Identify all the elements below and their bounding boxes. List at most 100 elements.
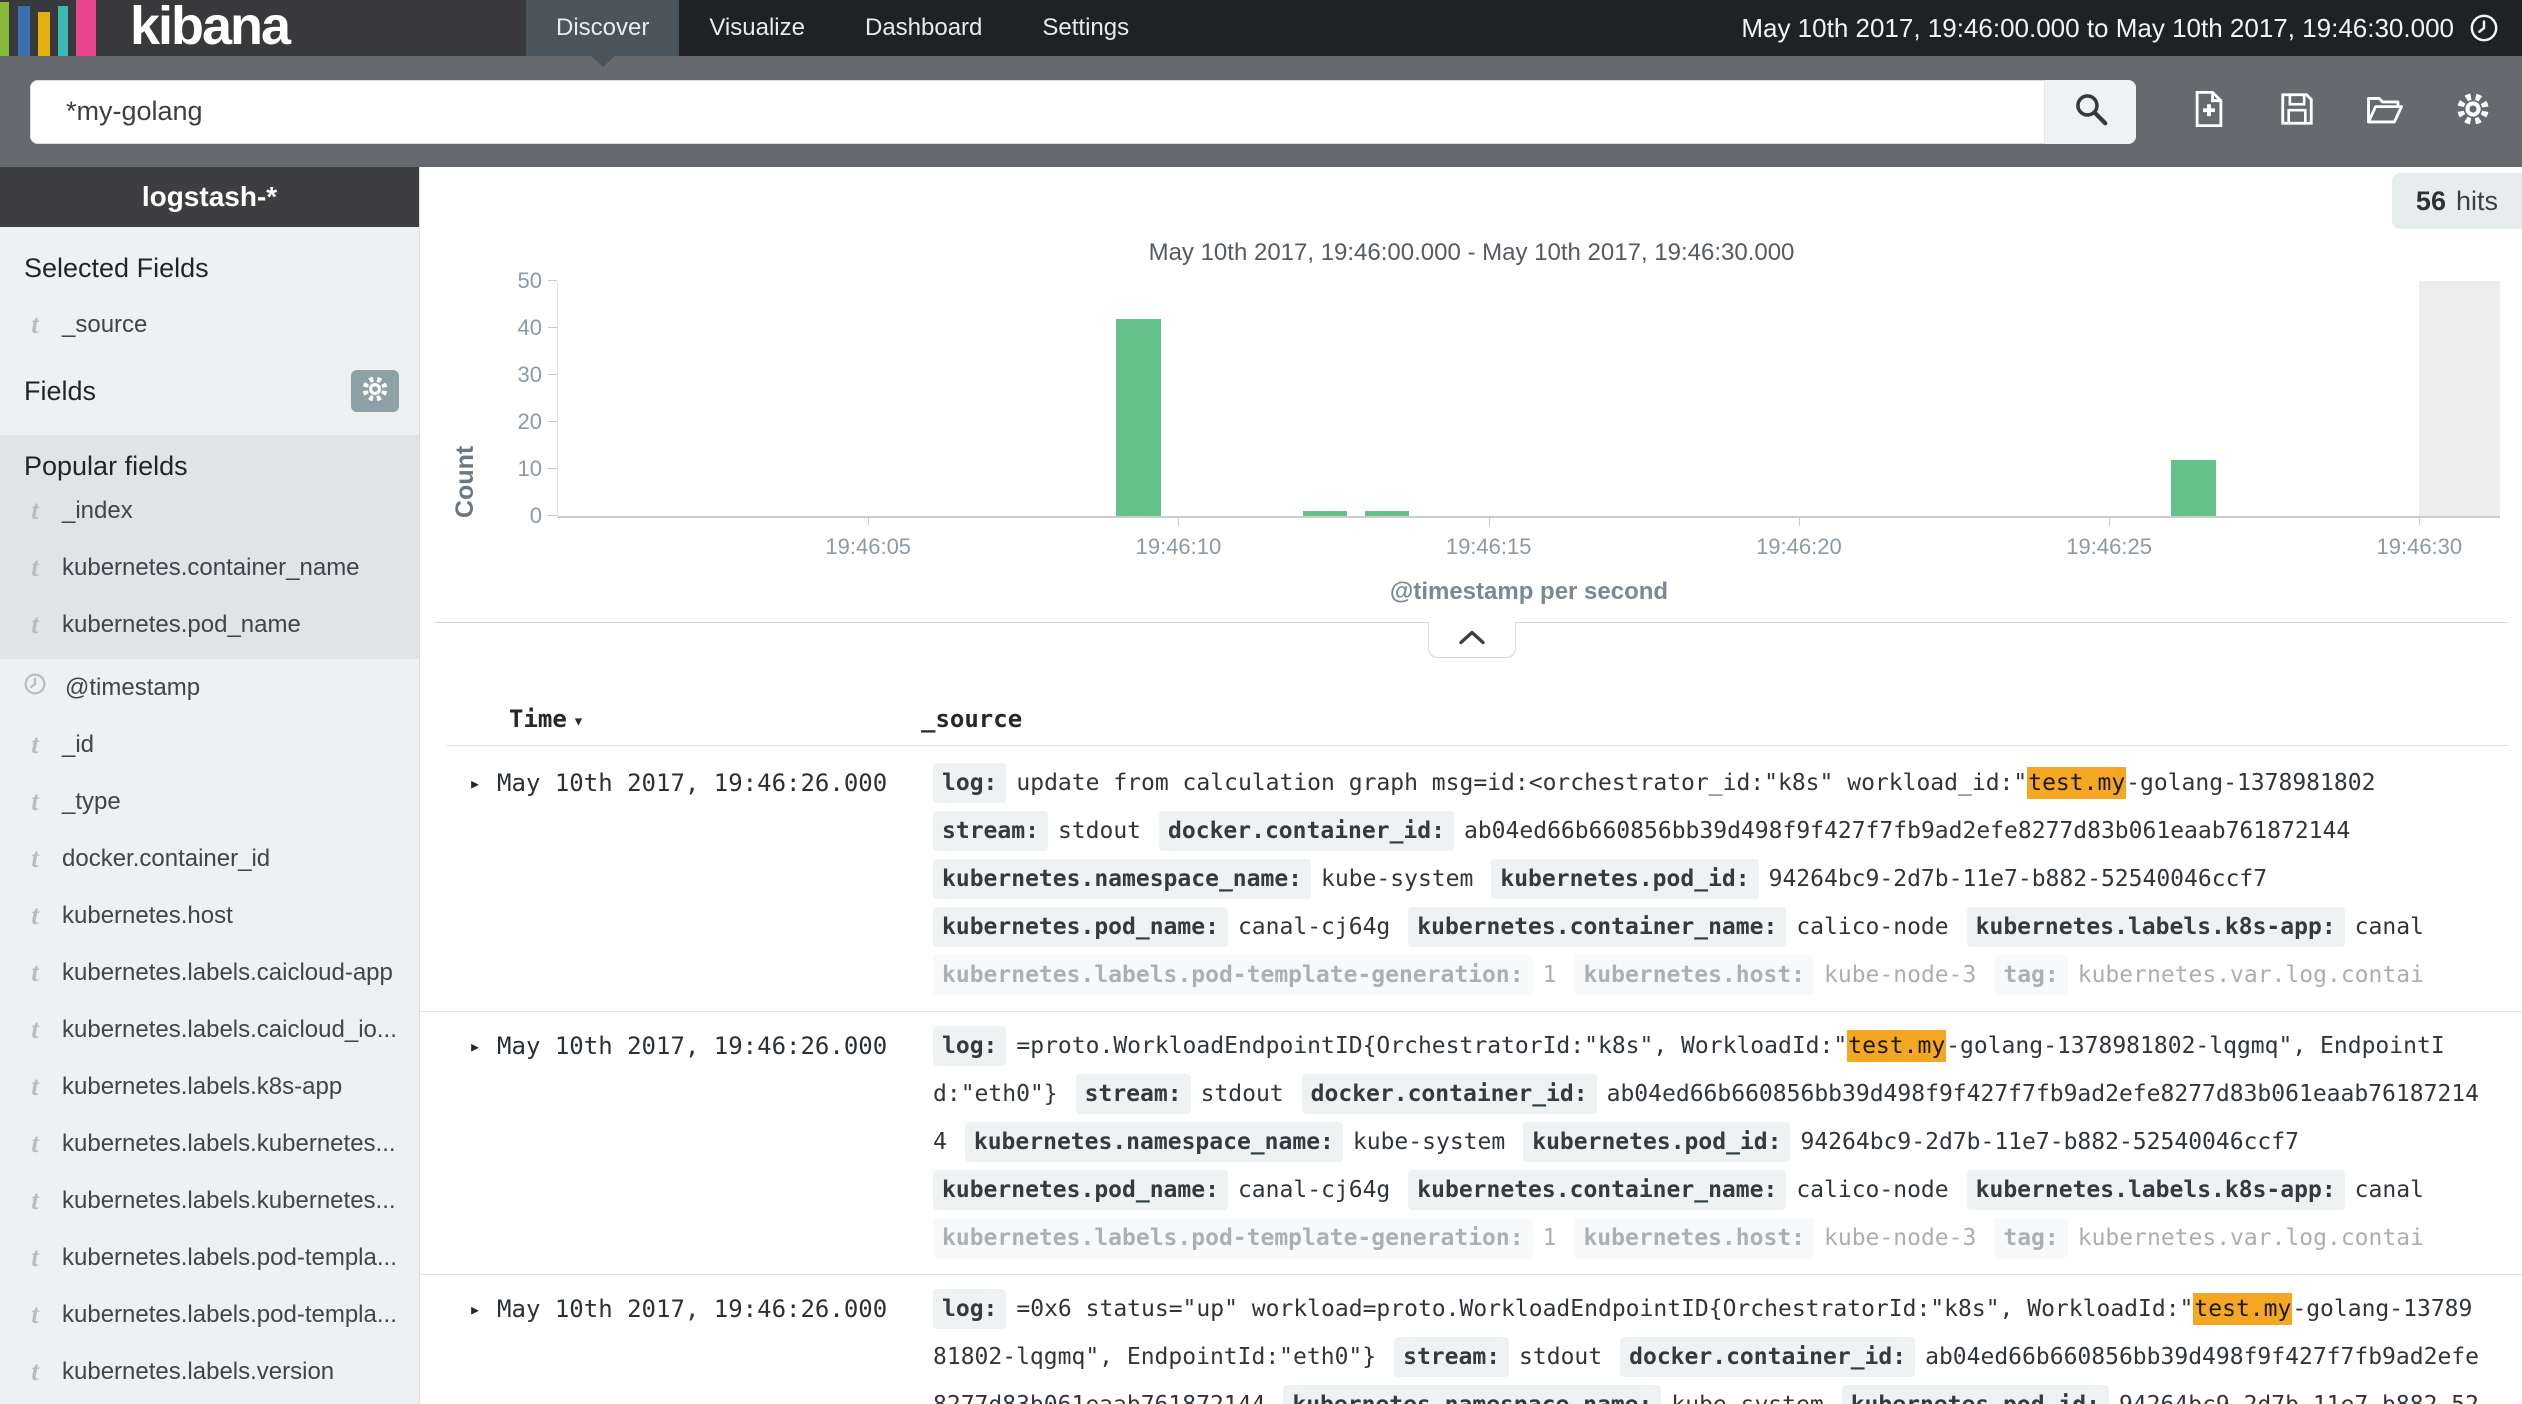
field-_type[interactable]: t_type <box>0 773 419 830</box>
field-kubernetes.labels.k8s-app[interactable]: t kubernetes.labels.k8s-app <box>0 1058 419 1115</box>
cell-time: ▸ May 10th 2017, 19:46:26.000 <box>421 759 933 999</box>
tab-settings[interactable]: Settings <box>1012 0 1159 56</box>
tab-dashboard[interactable]: Dashboard <box>835 0 1012 56</box>
source-field: stream:stdout <box>1076 1081 1284 1107</box>
results-table-rows: ▸ May 10th 2017, 19:46:26.000 log:update f… <box>421 749 2522 1404</box>
source-field: kubernetes.labels.pod-template-generatio… <box>933 962 1556 988</box>
index-pattern-selector[interactable]: logstash-* <box>0 167 419 227</box>
field-key-chip: kubernetes.namespace_name: <box>1283 1385 1661 1404</box>
y-tick-mark <box>548 515 557 516</box>
field-kubernetes.labels.caicloud_io...[interactable]: tkubernetes.labels.caicloud_io... <box>0 1001 419 1058</box>
new-document-icon <box>2190 90 2228 133</box>
row-timestamp: May 10th 2017, 19:46:26.000 <box>497 1285 887 1333</box>
histogram-bar-19:46:13[interactable] <box>1365 511 1410 516</box>
field-kubernetes.container_name[interactable]: tkubernetes.container_name <box>0 539 419 596</box>
x-tick-mark <box>1799 518 1800 526</box>
source-field: kubernetes.container_name:calico-node <box>1408 1177 1948 1203</box>
source-field: log:update from calculation graph msg=id… <box>933 770 2375 796</box>
text-field-icon: t <box>26 1185 44 1216</box>
histogram-bar-19:46:09[interactable] <box>1116 319 1161 516</box>
tab-visualize[interactable]: Visualize <box>679 0 835 56</box>
row-timestamp: May 10th 2017, 19:46:26.000 <box>497 759 887 807</box>
chevron-up-icon <box>1459 630 1485 650</box>
field-kubernetes.labels.pod-templa...[interactable]: tkubernetes.labels.pod-templa... <box>0 1229 419 1286</box>
gear-icon <box>2454 90 2492 133</box>
field-kubernetes.labels.version[interactable]: tkubernetes.labels.version <box>0 1343 419 1400</box>
source-field: tag:kubernetes.var.log.contai <box>1994 1225 2424 1251</box>
expand-row-icon[interactable]: ▸ <box>469 1285 481 1333</box>
table-row: ▸May 10th 2017, 19:46:26.000log:=proto.W… <box>421 1012 2522 1275</box>
field-kubernetes.host[interactable]: tkubernetes.host <box>0 887 419 944</box>
highlighted-match: test.my <box>2027 767 2126 799</box>
y-tick-label: 30 <box>518 362 542 388</box>
tab-discover[interactable]: Discover <box>526 0 679 56</box>
field-key-chip: kubernetes.host: <box>1574 955 1814 995</box>
field-kubernetes.labels.kubernetes...[interactable]: tkubernetes.labels.kubernetes... <box>0 1172 419 1229</box>
time-range-label[interactable]: May 10th 2017, 19:46:00.000 to May 10th … <box>1741 13 2454 44</box>
x-tick-mark <box>1489 518 1490 526</box>
table-header-divider <box>447 745 2508 746</box>
cell-source: log:update from calculation graph msg=id… <box>933 759 2522 999</box>
text-field-icon: t <box>26 1014 44 1045</box>
column-header-time[interactable]: Time▾ <box>509 705 584 733</box>
partial-bucket-band <box>2419 281 2500 516</box>
source-field: kubernetes.pod_id:94264bc9-2d7b-11e7-b88… <box>1523 1129 2299 1155</box>
new-search-button[interactable] <box>2188 91 2230 133</box>
field-kubernetes.labels.kubernetes...[interactable]: tkubernetes.labels.kubernetes... <box>0 1115 419 1172</box>
field-settings-button[interactable] <box>351 370 399 412</box>
x-tick-label: 19:46:20 <box>1756 534 1842 560</box>
source-field: kubernetes.pod_name:canal-cj64g <box>933 1177 1390 1203</box>
field-_index[interactable]: t_index <box>0 482 419 539</box>
search-button[interactable] <box>2044 80 2136 144</box>
time-range-picker[interactable]: May 10th 2017, 19:46:00.000 to May 10th … <box>1741 0 2522 56</box>
field-key-chip: kubernetes.pod_name: <box>933 1170 1228 1210</box>
field-key-chip: kubernetes.labels.pod-template-generatio… <box>933 955 1533 995</box>
field-key-chip: stream: <box>933 811 1048 851</box>
field-key-chip: kubernetes.container_name: <box>1408 1170 1786 1210</box>
expand-row-icon[interactable]: ▸ <box>469 759 481 807</box>
cell-source: log:=0x6 status="up" workload=proto.Work… <box>933 1285 2522 1404</box>
source-field: kubernetes.container_name:calico-node <box>1408 914 1948 940</box>
y-tick-label: 20 <box>518 409 542 435</box>
expand-row-icon[interactable]: ▸ <box>469 1022 481 1070</box>
field-key-chip: kubernetes.labels.k8s-app: <box>1967 907 2345 947</box>
text-field-icon: t <box>26 1071 44 1102</box>
search-input[interactable] <box>30 80 2044 144</box>
field-@timestamp[interactable]: @timestamp <box>0 659 419 716</box>
x-tick-mark <box>1178 518 1179 526</box>
source-field: kubernetes.pod_name:canal-cj64g <box>933 914 1390 940</box>
clock-icon[interactable] <box>2468 12 2500 44</box>
field-_id[interactable]: t_id <box>0 716 419 773</box>
open-search-button[interactable] <box>2364 91 2406 133</box>
source-field: stream:stdout <box>1394 1344 1602 1370</box>
selected-fields-list: t_source <box>0 296 419 353</box>
field-key-chip: log: <box>933 1026 1006 1066</box>
field-kubernetes.labels.caicloud-app[interactable]: tkubernetes.labels.caicloud-app <box>0 944 419 1001</box>
field-name: kubernetes.pod_name <box>62 611 301 639</box>
cell-time: ▸May 10th 2017, 19:46:26.000 <box>421 1022 933 1262</box>
text-field-icon: t <box>26 495 44 526</box>
source-field: stream:stdout <box>933 818 1141 844</box>
save-search-button[interactable] <box>2276 91 2318 133</box>
field-key-chip: kubernetes.container_name: <box>1408 907 1786 947</box>
collapse-histogram-button[interactable] <box>1428 622 1516 658</box>
settings-button[interactable] <box>2452 91 2494 133</box>
field-key-chip: docker.container_id: <box>1302 1074 1597 1114</box>
hits-count: 56 <box>2416 186 2446 217</box>
field-key-chip: tag: <box>1994 1218 2067 1258</box>
text-field-icon: t <box>26 1128 44 1159</box>
field-kubernetes.labels.pod-templa...[interactable]: tkubernetes.labels.pod-templa... <box>0 1286 419 1343</box>
text-field-icon: t <box>26 1242 44 1273</box>
field-name: kubernetes.labels.k8s-app <box>62 1073 342 1101</box>
field-_source[interactable]: t_source <box>0 296 419 353</box>
source-field: docker.container_id:ab04ed66b660856bb39d… <box>1159 818 2350 844</box>
column-header-source: _source <box>921 705 1022 733</box>
field-kubernetes.pod_name[interactable]: tkubernetes.pod_name <box>0 596 419 653</box>
field-key-chip: kubernetes.pod_id: <box>1523 1122 1790 1162</box>
field-docker.container_id[interactable]: tdocker.container_id <box>0 830 419 887</box>
histogram-bar-19:46:26[interactable] <box>2171 460 2216 516</box>
source-text: log:=proto.WorkloadEndpointID{Orchestrat… <box>933 1022 2480 1262</box>
x-tick-label: 19:46:10 <box>1136 534 1222 560</box>
histogram-bar-19:46:12[interactable] <box>1303 511 1348 516</box>
field-key-chip: kubernetes.namespace_name: <box>965 1122 1343 1162</box>
